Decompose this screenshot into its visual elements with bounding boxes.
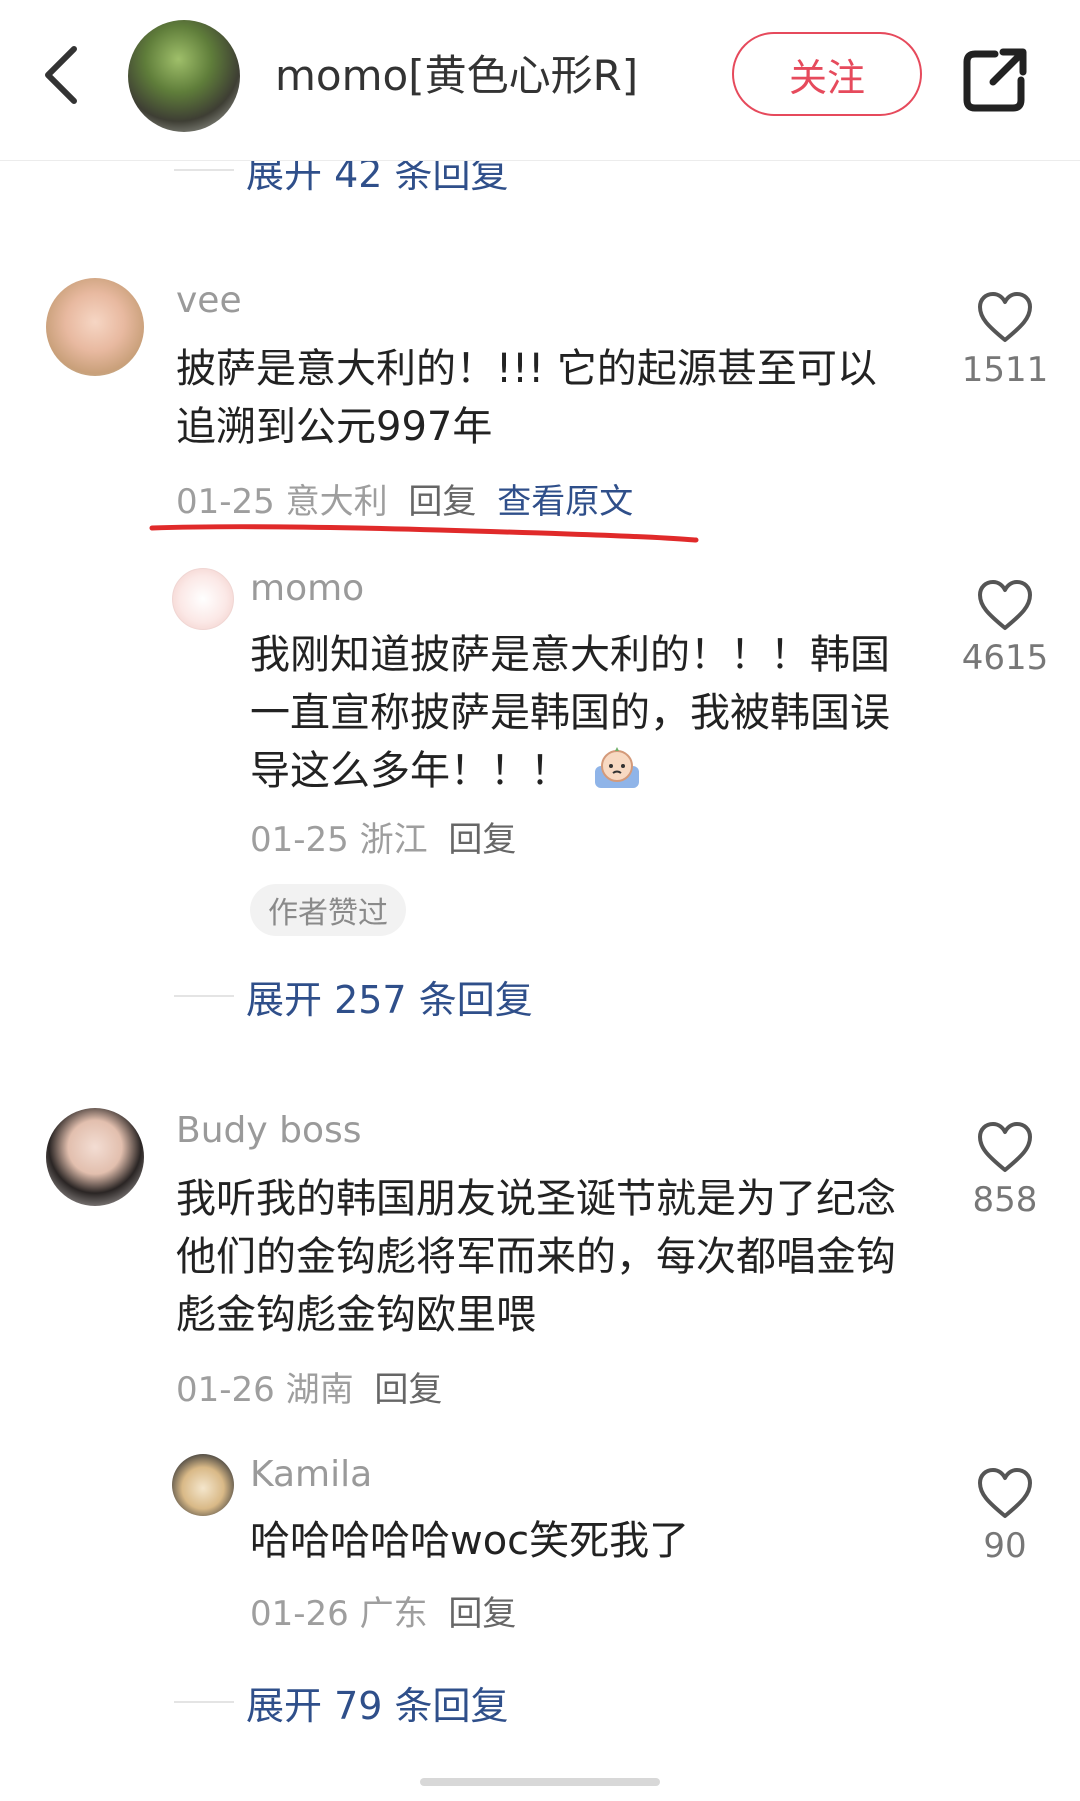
avatar[interactable] — [46, 278, 144, 376]
expand-replies-label: 展开 257 条回复 — [246, 977, 533, 1022]
share-button[interactable] — [955, 40, 1035, 120]
crying-emoji-icon — [594, 747, 639, 788]
top-bar: momo[黄色心形R] 关注 — [0, 0, 1080, 161]
reply-button[interactable]: 回复 — [448, 820, 516, 860]
expand-replies-label: 展开 79 条回复 — [246, 1683, 509, 1728]
comment-date: 01-25 — [250, 820, 349, 860]
avatar[interactable] — [46, 1108, 144, 1206]
expand-replies[interactable]: 展开 257 条回复 — [174, 966, 533, 1026]
comment-meta: 01-26 湖南 回复 — [176, 1362, 442, 1411]
comment-text: 哈哈哈哈哈woc笑死我了 — [250, 1518, 690, 1564]
divider-line — [174, 169, 234, 171]
comment-username[interactable]: Budy boss — [176, 1110, 362, 1151]
avatar[interactable] — [172, 1454, 234, 1516]
red-underline-annotation — [149, 524, 699, 543]
divider-line — [174, 995, 234, 997]
like-button[interactable]: 90 — [955, 1466, 1055, 1566]
heart-icon — [978, 1468, 1032, 1518]
divider-line — [174, 1701, 234, 1703]
comment-username[interactable]: Kamila — [250, 1454, 372, 1495]
share-icon — [963, 48, 1027, 112]
comment-text-content: 我刚知道披萨是意大利的！！！韩国一直宣称披萨是韩国的，我被韩国误导这么多年！！！ — [250, 632, 890, 794]
comment-date: 01-26 — [250, 1594, 349, 1634]
heart-icon — [978, 580, 1032, 630]
reply-button[interactable]: 回复 — [408, 482, 476, 522]
like-button[interactable]: 4615 — [955, 578, 1055, 678]
heart-icon — [978, 292, 1032, 342]
like-count: 858 — [972, 1180, 1038, 1220]
like-count: 1511 — [961, 350, 1049, 390]
comment-date: 01-26 — [176, 1370, 275, 1410]
author-liked-badge: 作者赞过 — [250, 884, 406, 936]
heart-icon — [978, 1122, 1032, 1172]
comment-text: 我刚知道披萨是意大利的！！！韩国一直宣称披萨是韩国的，我被韩国误导这么多年！！！ — [250, 626, 900, 800]
comment-location: 湖南 — [285, 1370, 354, 1410]
author-avatar[interactable] — [128, 20, 240, 132]
comment-username[interactable]: momo — [250, 568, 364, 609]
comment-location: 意大利 — [285, 482, 388, 522]
home-indicator[interactable] — [420, 1778, 660, 1786]
follow-button[interactable]: 关注 — [732, 32, 922, 116]
comment-username[interactable]: vee — [176, 280, 242, 321]
back-button[interactable] — [30, 35, 90, 115]
comment-meta: 01-26 广东 回复 — [250, 1586, 516, 1635]
comment-location: 广东 — [359, 1594, 428, 1634]
like-count: 4615 — [961, 638, 1049, 678]
like-button[interactable]: 858 — [955, 1120, 1055, 1220]
comment-text: 我听我的韩国朋友说圣诞节就是为了纪念他们的金钩彪将军而来的，每次都唱金钩彪金钩彪… — [176, 1176, 896, 1338]
comment-meta: 01-25 浙江 回复 — [250, 812, 516, 861]
reply-button[interactable]: 回复 — [374, 1370, 442, 1410]
comment-date: 01-25 — [176, 482, 275, 522]
author-name[interactable]: momo[黄色心形R] — [275, 42, 638, 103]
view-original-link[interactable]: 查看原文 — [497, 482, 633, 522]
like-count: 90 — [983, 1526, 1027, 1566]
reply-button[interactable]: 回复 — [448, 1594, 516, 1634]
comment-text: 披萨是意大利的！!!! 它的起源甚至可以追溯到公元997年 — [176, 346, 877, 450]
comment-location: 浙江 — [359, 820, 428, 860]
back-arrow-icon — [45, 46, 77, 104]
avatar[interactable] — [172, 568, 234, 630]
like-button[interactable]: 1511 — [955, 290, 1055, 390]
expand-replies[interactable]: 展开 79 条回复 — [174, 1672, 509, 1732]
comment-meta: 01-25 意大利 回复 查看原文 — [176, 474, 633, 523]
